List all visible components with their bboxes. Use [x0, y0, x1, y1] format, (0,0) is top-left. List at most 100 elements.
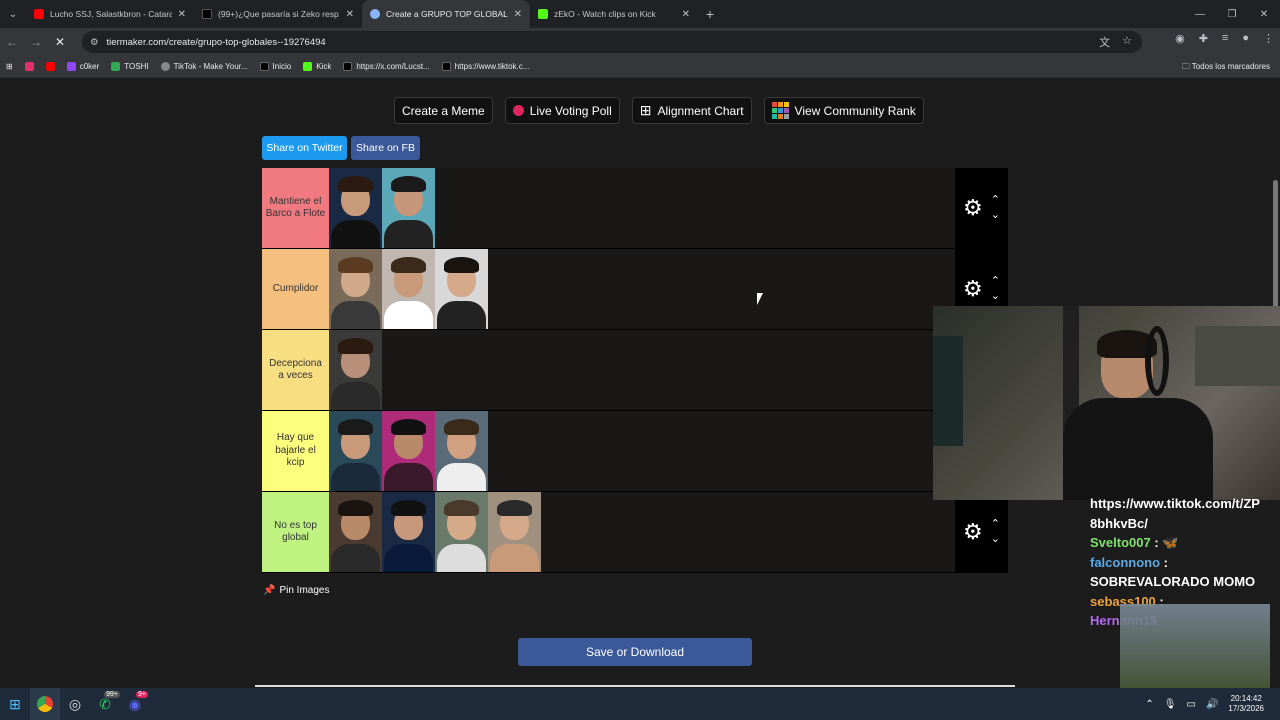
- tier-label[interactable]: Cumplidor: [262, 249, 329, 329]
- extension-icon[interactable]: ◉: [1175, 32, 1185, 45]
- alignment-chart-button[interactable]: ⊞ Alignment Chart: [631, 97, 752, 124]
- pushpin-icon: 📌: [263, 585, 276, 596]
- streamer: [1063, 330, 1213, 500]
- chat-line: Svelto007 : 🦋: [1090, 535, 1179, 550]
- tier-image[interactable]: [435, 411, 488, 491]
- tier-image[interactable]: [435, 492, 488, 572]
- bookmark-inicio[interactable]: Inicio: [259, 62, 291, 71]
- tier-list: Mantiene el Barco a Flote ⚙ ⌃ ⌄ Cumplidor: [262, 168, 1008, 573]
- bookmark-kick[interactable]: Kick: [303, 62, 331, 71]
- microphone-icon[interactable]: 🎙: [1164, 699, 1177, 710]
- apps-icon[interactable]: ⊞: [6, 62, 13, 71]
- clock[interactable]: 20:14:42 17/3/2026: [1228, 694, 1264, 715]
- address-bar[interactable]: ⚙ tiermaker.com/create/grupo-top-globale…: [82, 31, 1142, 53]
- live-voting-poll-button[interactable]: Live Voting Poll: [504, 97, 620, 124]
- media-icon[interactable]: ≡: [1222, 32, 1228, 45]
- pin-images-toggle[interactable]: 📌 Pin Images: [263, 585, 329, 596]
- profile-avatar-icon[interactable]: ●: [1242, 32, 1249, 45]
- close-window-icon[interactable]: ✕: [1248, 9, 1280, 20]
- tab-title: zEkO - Watch clips on Kick: [554, 9, 656, 19]
- bookmark-star-icon[interactable]: ☆: [1122, 34, 1132, 50]
- tiermaker-icon: [370, 9, 380, 19]
- create-meme-button[interactable]: Create a Meme: [394, 97, 493, 124]
- tab-tiermaker[interactable]: Create a GRUPO TOP GLOBALE ✕: [362, 0, 530, 28]
- volume-icon[interactable]: 🔊: [1206, 699, 1218, 710]
- tier-image[interactable]: [329, 411, 382, 491]
- view-community-rank-button[interactable]: View Community Rank: [763, 97, 924, 124]
- windows-start-icon[interactable]: ⊞: [0, 688, 30, 720]
- back-icon[interactable]: ←: [0, 35, 24, 49]
- obs-icon[interactable]: ◎: [60, 688, 90, 720]
- stop-loading-icon[interactable]: ✕: [48, 35, 72, 49]
- restore-icon[interactable]: ❐: [1216, 9, 1248, 20]
- grid-icon: ⊞: [639, 102, 652, 118]
- tab-lucho[interactable]: Lucho SSJ, Salastkbron - Catara ✕: [26, 0, 194, 28]
- all-bookmarks[interactable]: 🗀 Todos los marcadores: [1182, 61, 1270, 75]
- chevron-up-icon[interactable]: ⌃: [991, 195, 1000, 206]
- new-tab-button[interactable]: +: [698, 6, 722, 22]
- gear-icon[interactable]: ⚙: [963, 519, 983, 545]
- bookmark-instagram[interactable]: [24, 62, 34, 71]
- site-info-icon[interactable]: ⚙: [90, 37, 99, 48]
- translate-icon[interactable]: 文: [1099, 34, 1110, 50]
- share-fb-button[interactable]: Share on FB: [351, 136, 420, 160]
- network-icon[interactable]: ▭: [1187, 699, 1196, 710]
- chevron-up-icon[interactable]: ⌃: [991, 519, 1000, 530]
- chat-line: falconnono :: [1090, 554, 1168, 570]
- tab-kick[interactable]: zEkO - Watch clips on Kick ✕: [530, 0, 698, 28]
- tiktok-icon: [202, 9, 212, 19]
- tier-image[interactable]: [329, 492, 382, 572]
- tier-items[interactable]: [329, 249, 955, 329]
- save-download-button[interactable]: Save or Download: [518, 638, 752, 666]
- tier-image[interactable]: [329, 168, 382, 248]
- sheets-icon: [111, 62, 121, 71]
- tier-image[interactable]: [488, 492, 541, 572]
- close-icon[interactable]: ✕: [178, 9, 186, 20]
- tier-items[interactable]: [329, 411, 955, 491]
- bookmark-c0ker[interactable]: c0ker: [66, 62, 99, 71]
- tab-tiktok[interactable]: (99+)¿Que pasaría si Zeko resp ✕: [194, 0, 362, 28]
- tier-image[interactable]: [435, 249, 488, 329]
- tier-controls: ⚙ ⌃ ⌄: [955, 492, 1008, 572]
- tier-image[interactable]: [329, 249, 382, 329]
- tier-label[interactable]: Hay que bajarle el kcip: [262, 411, 329, 491]
- chat-line: https://www.tiktok.com/t/ZP: [1090, 496, 1260, 511]
- forward-icon[interactable]: →: [24, 35, 48, 49]
- tab-search-button[interactable]: ⌄: [0, 0, 26, 28]
- menu-icon[interactable]: ⋮: [1263, 32, 1274, 45]
- minimize-icon[interactable]: —: [1184, 9, 1216, 20]
- chrome-icon[interactable]: [30, 688, 60, 720]
- bookmark-youtube[interactable]: [45, 62, 55, 71]
- tier-label[interactable]: Mantiene el Barco a Flote: [262, 168, 329, 248]
- chevron-down-icon[interactable]: ⌄: [991, 534, 1000, 545]
- tier-image[interactable]: [329, 330, 382, 410]
- tier-image[interactable]: [382, 411, 435, 491]
- chevron-up-icon[interactable]: ⌃: [1145, 699, 1153, 710]
- gear-icon[interactable]: ⚙: [963, 276, 983, 302]
- whatsapp-icon[interactable]: ✆ 99+: [90, 688, 120, 720]
- chevron-up-icon[interactable]: ⌃: [991, 276, 1000, 287]
- tier-label[interactable]: Decepciona a veces: [262, 330, 329, 410]
- tier-image[interactable]: [382, 168, 435, 248]
- tier-items[interactable]: [329, 168, 955, 248]
- close-icon[interactable]: ✕: [682, 9, 690, 20]
- tier-image[interactable]: [382, 249, 435, 329]
- share-twitter-button[interactable]: Share on Twitter: [262, 136, 347, 160]
- bookmark-x-lucst[interactable]: https://x.com/Lucst...: [343, 62, 430, 71]
- chevron-down-icon[interactable]: ⌄: [991, 210, 1000, 221]
- tier-items[interactable]: [329, 330, 955, 410]
- gear-icon[interactable]: ⚙: [963, 195, 983, 221]
- tier-label[interactable]: No es top global: [262, 492, 329, 572]
- discord-icon[interactable]: ◉ 9+: [120, 688, 150, 720]
- tier-items[interactable]: [329, 492, 955, 572]
- close-icon[interactable]: ✕: [514, 9, 522, 20]
- stream-alert-overlay: [1120, 604, 1270, 688]
- extensions-puzzle-icon[interactable]: ✚: [1199, 32, 1208, 45]
- chat-line: SOBREVALORADO MOMO: [1090, 574, 1256, 589]
- bookmark-tiktok-make[interactable]: TikTok - Make Your...: [160, 62, 248, 71]
- tier-image[interactable]: [382, 492, 435, 572]
- close-icon[interactable]: ✕: [346, 9, 354, 20]
- bookmark-tiktok-url[interactable]: https://www.tiktok.c...: [441, 62, 529, 71]
- bookmark-toshi[interactable]: TOSHI: [111, 62, 149, 71]
- chevron-down-icon[interactable]: ⌄: [991, 291, 1000, 302]
